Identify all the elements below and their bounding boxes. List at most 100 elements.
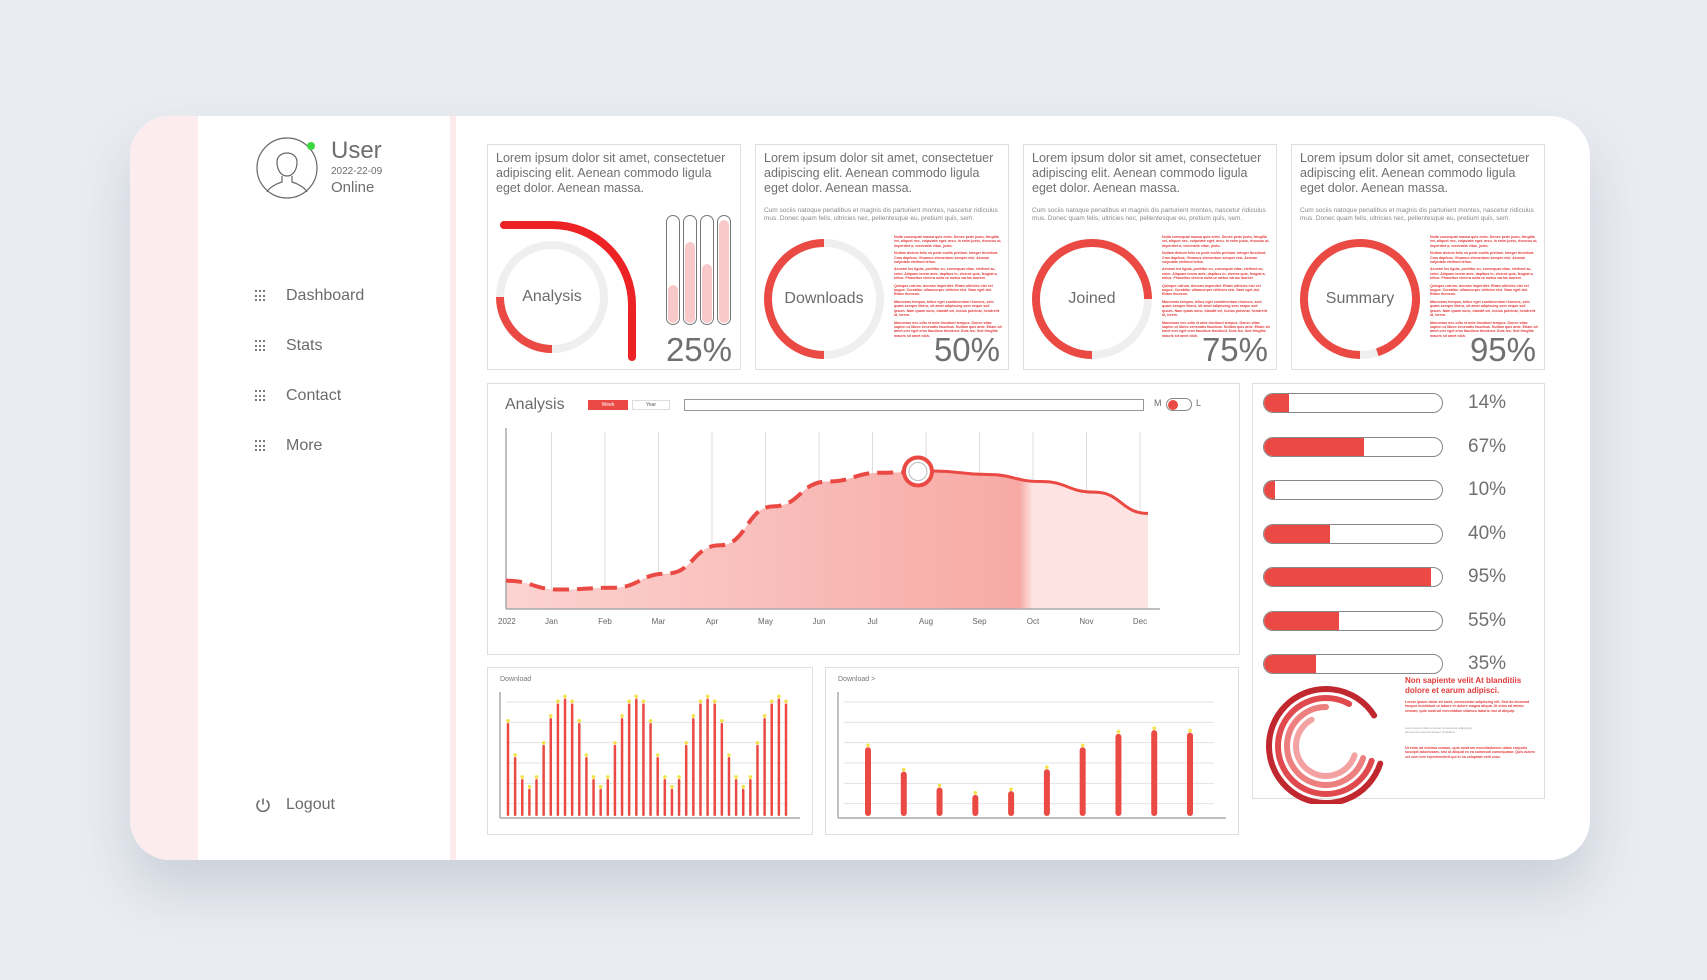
progress-fill: [1264, 568, 1432, 586]
x-tick-label: Jul: [867, 617, 877, 626]
sidebar-item-stats[interactable]: Stats: [255, 321, 364, 371]
bar-marker: [741, 784, 746, 789]
radial-body: Lorem ipsum dolor sit amet, consectetur …: [1405, 700, 1530, 713]
red-text-block: Nulla consequat massa quis enim. Donec p…: [894, 235, 1002, 338]
ring-label: Analysis: [522, 288, 582, 305]
tube-gauge: [700, 215, 714, 325]
card-title: Lorem ipsum dolor sit amet, consectetuer…: [764, 151, 994, 195]
range-slider[interactable]: [684, 399, 1144, 411]
bar-marker: [1188, 728, 1192, 733]
progress-bar[interactable]: [1263, 654, 1443, 674]
bar: [900, 771, 907, 816]
sidebar-item-contact[interactable]: Contact: [255, 371, 364, 421]
bar-marker: [727, 753, 731, 757]
bar: [649, 722, 652, 816]
bar-marker: [698, 699, 703, 704]
progress-label: 10%: [1468, 479, 1507, 500]
size-toggle[interactable]: [1166, 398, 1192, 411]
x-tick-label: Nov: [1079, 617, 1093, 626]
bar: [763, 717, 766, 816]
user-name: User: [331, 137, 382, 164]
progress-label: 14%: [1468, 392, 1507, 413]
bar-marker: [548, 714, 553, 718]
sidebar-item-label: More: [286, 437, 323, 454]
bar-marker: [937, 783, 942, 788]
tube-fill: [702, 263, 712, 323]
bar: [1151, 730, 1158, 816]
tube-gauges: [666, 215, 731, 325]
card-subtitle: Cum sociis natoque penatibus et magnis d…: [1300, 207, 1534, 222]
bar-marker: [734, 775, 738, 779]
bar: [727, 757, 731, 816]
red-text-block: Nulla consequat massa quis enim. Donec p…: [1430, 235, 1538, 338]
progress-row: 14%: [1263, 392, 1506, 414]
bar: [549, 717, 553, 816]
percent-value: 50%: [933, 331, 1000, 368]
sidebar-item-dashboard[interactable]: Dashboard: [255, 271, 364, 321]
bar: [535, 778, 538, 816]
card-title: Lorem ipsum dolor sit amet, consectetuer…: [496, 151, 726, 195]
progress-bar[interactable]: [1263, 480, 1443, 500]
stat-card-downloads[interactable]: Lorem ipsum dolor sit amet, consectetuer…: [755, 144, 1009, 370]
percent-value: 25%: [665, 331, 732, 368]
logout-button[interactable]: Logout: [255, 796, 335, 814]
bar-marker: [705, 694, 710, 699]
download-title: Download >: [838, 676, 876, 683]
stat-card-analysis[interactable]: Lorem ipsum dolor sit amet, consectetuer…: [487, 144, 741, 370]
bar: [972, 794, 979, 816]
bar-marker: [762, 714, 767, 718]
online-status-dot: [307, 142, 315, 150]
ring-label: Downloads: [784, 290, 864, 307]
bar: [756, 744, 759, 816]
x-tick-label: Dec: [1133, 617, 1147, 626]
logout-label: Logout: [286, 796, 335, 813]
bar-marker: [663, 775, 667, 779]
stat-card-joined[interactable]: Lorem ipsum dolor sit amet, consectetuer…: [1023, 144, 1277, 370]
bar-marker: [677, 775, 681, 779]
card-subtitle: Cum sociis natoque penatibus et magnis d…: [764, 207, 998, 222]
progress-bar[interactable]: [1263, 393, 1443, 413]
bar-marker: [769, 699, 774, 704]
radial-note: Lorem ipsum dolor sit amet consectetur a…: [1405, 726, 1472, 734]
download-chart-card-1: Download: [487, 667, 813, 835]
progress-fill: [1264, 524, 1330, 543]
bar: [642, 703, 645, 816]
progress-bar[interactable]: [1263, 610, 1443, 631]
user-date: 2022-22-09: [331, 166, 383, 177]
bar: [613, 744, 617, 816]
progress-card: 14% 67% 10% 40% 95% 55% 35% Non sapiente velit…: [1252, 383, 1545, 804]
bar-marker: [712, 699, 717, 704]
power-icon: [256, 798, 270, 813]
card-title: Lorem ipsum dolor sit amet, consectetuer…: [1300, 151, 1530, 195]
progress-bar[interactable]: [1263, 523, 1443, 544]
bar: [606, 778, 610, 816]
bar: [741, 788, 745, 816]
progress-bar[interactable]: [1263, 436, 1443, 457]
bar-marker: [641, 699, 646, 704]
year-segment-button[interactable]: Year: [632, 400, 670, 410]
analysis-area-chart: 2022 Jan Feb Mar Apr May Jun Jul Aug Sep Oct Nov Dec: [498, 428, 1160, 626]
download-title: Download: [500, 676, 532, 683]
bar-marker: [520, 775, 525, 779]
bar-marker: [901, 767, 906, 772]
bar-marker: [1116, 730, 1121, 734]
bar: [585, 757, 588, 816]
bar-marker: [556, 699, 560, 704]
bar: [770, 703, 773, 816]
bar-marker: [541, 741, 546, 745]
sidebar-item-more[interactable]: More: [255, 421, 364, 471]
user-profile[interactable]: User 2022-22-09 Online: [255, 136, 382, 200]
progress-bar[interactable]: [1263, 567, 1443, 587]
ring-label: Joined: [1068, 290, 1116, 307]
week-segment-button[interactable]: Week: [588, 400, 628, 410]
x-tick-label: Apr: [706, 617, 719, 626]
bar: [692, 717, 695, 816]
stat-card-summary[interactable]: Lorem ipsum dolor sit amet, consectetuer…: [1291, 144, 1545, 370]
avatar[interactable]: [255, 136, 319, 200]
progress-fill: [1264, 611, 1339, 630]
user-status: Online: [331, 179, 375, 196]
progress-fill: [1264, 655, 1316, 673]
highlight-point-inner: [908, 461, 928, 481]
bar-marker: [973, 791, 978, 795]
dashboard-window: User 2022-22-09 Online Dashboard Stats C…: [130, 116, 1590, 860]
